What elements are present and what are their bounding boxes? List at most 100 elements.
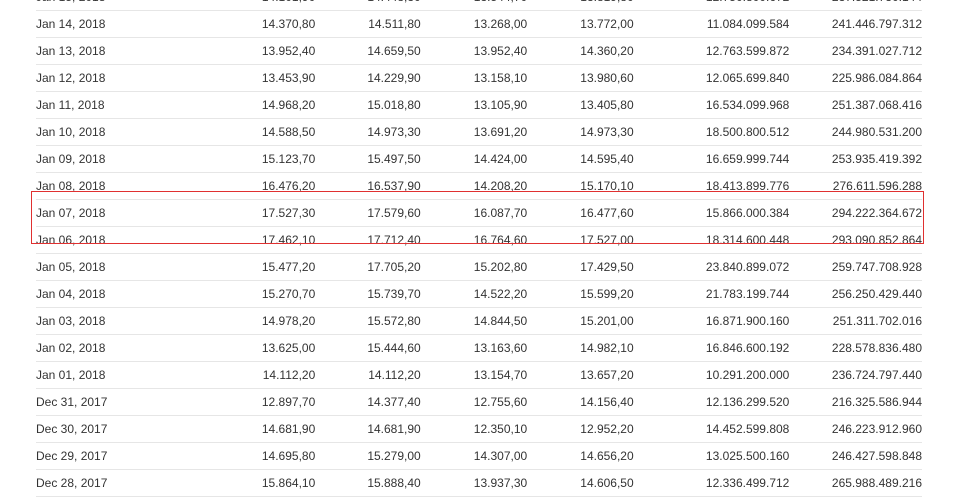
cell-low: 13.163,60 xyxy=(420,334,528,362)
cell-date: Jan 05, 2018 xyxy=(36,253,187,281)
cell-low: 14.844,50 xyxy=(420,307,528,335)
cell-close: 14.982,10 xyxy=(527,334,634,362)
cell-high: 14.511,80 xyxy=(315,10,421,38)
cell-close: 17.429,50 xyxy=(527,253,634,281)
table-row: Jan 14, 2018 14.370,80 14.511,80 13.268,00 1… xyxy=(36,10,922,38)
cell-volume: 12.763.599.872 xyxy=(633,37,790,65)
table-row: Jan 11, 2018 14.968,20 15.018,80 13.105,90 1… xyxy=(36,91,922,119)
cell-date: Jan 13, 2018 xyxy=(36,37,187,65)
cell-low: 13.158,10 xyxy=(420,64,528,92)
cell-date: Jan 02, 2018 xyxy=(36,334,187,362)
cell-close: 12.952,20 xyxy=(527,415,634,443)
cell-market-cap: 244.980.531.200 xyxy=(789,118,922,146)
table-row: Jan 10, 2018 14.588,50 14.973,30 13.691,20 1… xyxy=(36,118,922,146)
cell-high: 17.705,20 xyxy=(315,253,421,281)
cell-market-cap: 251.311.702.016 xyxy=(789,307,922,335)
cell-market-cap: 251.387.068.416 xyxy=(789,91,922,119)
cell-market-cap: 236.724.797.440 xyxy=(789,361,922,389)
cell-open: 14.101,90 xyxy=(186,0,316,11)
cell-market-cap: 276.611.596.288 xyxy=(789,172,922,200)
cell-market-cap: 256.250.429.440 xyxy=(789,280,922,308)
cell-high: 15.572,80 xyxy=(315,307,421,335)
cell-date: Jan 06, 2018 xyxy=(36,226,187,254)
cell-market-cap: 237.521.730.144 xyxy=(789,0,922,11)
cell-close: 15.170,10 xyxy=(527,172,634,200)
cell-close: 13.657,20 xyxy=(527,361,634,389)
cell-low: 13.544,70 xyxy=(420,0,528,11)
cell-high: 14.973,30 xyxy=(315,118,421,146)
cell-close: 13.819,80 xyxy=(527,0,634,11)
cell-open: 14.695,80 xyxy=(186,442,316,470)
cell-close: 13.405,80 xyxy=(527,91,634,119)
table-row: Jan 07, 2018 17.527,30 17.579,60 16.087,70 1… xyxy=(36,199,922,227)
cell-date: Jan 14, 2018 xyxy=(36,10,187,38)
cell-high: 14.229,90 xyxy=(315,64,421,92)
cell-market-cap: 234.391.027.712 xyxy=(789,37,922,65)
cell-low: 14.307,00 xyxy=(420,442,528,470)
cell-date: Dec 30, 2017 xyxy=(36,415,187,443)
cell-volume: 12.336.499.712 xyxy=(633,469,790,497)
cell-market-cap: 259.747.708.928 xyxy=(789,253,922,281)
cell-high: 14.659,50 xyxy=(315,37,421,65)
cell-volume: 23.840.899.072 xyxy=(633,253,790,281)
cell-high: 17.579,60 xyxy=(315,199,421,227)
table-row: Dec 28, 2017 15.864,10 15.888,40 13.937,30 1… xyxy=(36,469,922,497)
cell-high: 15.497,50 xyxy=(315,145,421,173)
cell-low: 13.691,20 xyxy=(420,118,528,146)
cell-high: 15.739,70 xyxy=(315,280,421,308)
cell-open: 14.681,90 xyxy=(186,415,316,443)
cell-volume: 18.413.899.776 xyxy=(633,172,790,200)
cell-open: 16.476,20 xyxy=(186,172,316,200)
cell-open: 15.123,70 xyxy=(186,145,316,173)
cell-date: Jan 01, 2018 xyxy=(36,361,187,389)
cell-high: 17.712,40 xyxy=(315,226,421,254)
cell-close: 13.772,00 xyxy=(527,10,634,38)
cell-high: 15.279,00 xyxy=(315,442,421,470)
historical-data-table: Jan 15, 201814.101,9014.448,3013.544,701… xyxy=(36,0,922,497)
table-row: Jan 01, 2018 14.112,20 14.112,20 13.154,70 1… xyxy=(36,361,922,389)
cell-close: 14.360,20 xyxy=(527,37,634,65)
cell-low: 13.952,40 xyxy=(420,37,528,65)
cell-date: Jan 08, 2018 xyxy=(36,172,187,200)
cell-volume: 12.136.299.520 xyxy=(633,388,790,416)
cell-volume: 13.025.500.160 xyxy=(633,442,790,470)
cell-market-cap: 265.988.489.216 xyxy=(789,469,922,497)
cell-low: 16.087,70 xyxy=(420,199,528,227)
cell-market-cap: 246.427.598.848 xyxy=(789,442,922,470)
cell-volume: 16.871.900.160 xyxy=(633,307,790,335)
cell-date: Jan 03, 2018 xyxy=(36,307,187,335)
cell-date: Jan 07, 2018 xyxy=(36,199,187,227)
table-row: Jan 05, 2018 15.477,20 17.705,20 15.202,80 1… xyxy=(36,253,922,281)
table-row: Jan 09, 2018 15.123,70 15.497,50 14.424,00 1… xyxy=(36,145,922,173)
cell-high: 14.448,30 xyxy=(315,0,421,11)
cell-open: 14.112,20 xyxy=(186,361,316,389)
cell-low: 13.105,90 xyxy=(420,91,528,119)
cell-close: 13.980,60 xyxy=(527,64,634,92)
cell-high: 16.537,90 xyxy=(315,172,421,200)
table-row: Jan 15, 201814.101,9014.448,3013.544,701… xyxy=(36,0,922,11)
cell-open: 14.978,20 xyxy=(186,307,316,335)
cell-close: 16.477,60 xyxy=(527,199,634,227)
table-row: Jan 04, 2018 15.270,70 15.739,70 14.522,20 1… xyxy=(36,280,922,308)
cell-volume: 18.500.800.512 xyxy=(633,118,790,146)
cell-market-cap: 246.223.912.960 xyxy=(789,415,922,443)
cell-volume: 16.846.600.192 xyxy=(633,334,790,362)
cell-close: 17.527,00 xyxy=(527,226,634,254)
cell-close: 14.973,30 xyxy=(527,118,634,146)
cell-high: 14.681,90 xyxy=(315,415,421,443)
cell-low: 13.268,00 xyxy=(420,10,528,38)
cell-low: 14.522,20 xyxy=(420,280,528,308)
cell-open: 15.864,10 xyxy=(186,469,316,497)
cell-high: 14.377,40 xyxy=(315,388,421,416)
cell-low: 13.154,70 xyxy=(420,361,528,389)
cell-open: 17.462,10 xyxy=(186,226,316,254)
cell-date: Dec 28, 2017 xyxy=(36,469,187,497)
historical-data-table-wrapper: Jan 15, 201814.101,9014.448,3013.544,701… xyxy=(36,0,922,497)
cell-market-cap: 293.090.852.864 xyxy=(789,226,922,254)
cell-open: 15.477,20 xyxy=(186,253,316,281)
cell-date: Jan 09, 2018 xyxy=(36,145,187,173)
cell-market-cap: 294.222.364.672 xyxy=(789,199,922,227)
cell-low: 16.764,60 xyxy=(420,226,528,254)
cell-high: 15.888,40 xyxy=(315,469,421,497)
cell-high: 15.444,60 xyxy=(315,334,421,362)
